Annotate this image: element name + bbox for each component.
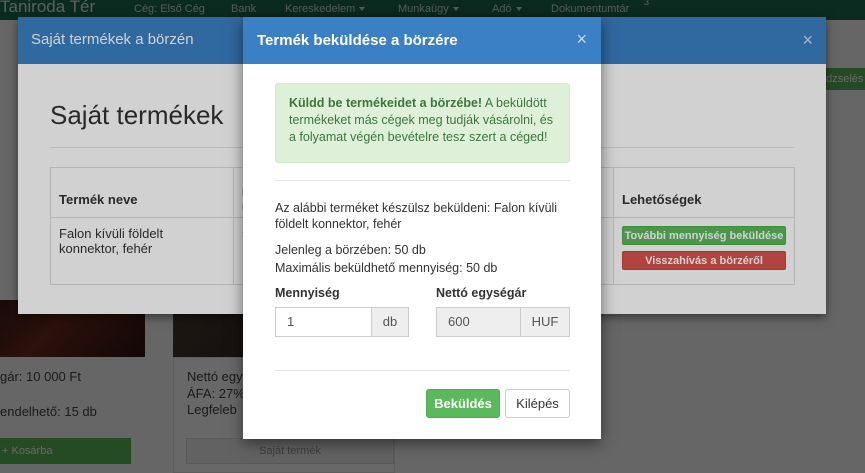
modal-title: Termék beküldése a börzére <box>257 32 458 49</box>
submit-product-modal: Termék beküldése a börzére × Küldd be te… <box>243 17 601 439</box>
max-quantity: Maximális beküldhető mennyiség: 50 db <box>275 261 498 275</box>
price-input: 600 <box>436 307 521 337</box>
submit-button[interactable]: Beküldés <box>426 389 500 418</box>
price-currency: HUF <box>520 307 570 337</box>
alert-heading: Küldd be termékeidet a börzébe! <box>289 96 483 110</box>
current-stock: Jelenleg a börzében: 50 db <box>275 243 426 257</box>
close-icon[interactable]: × <box>576 29 587 50</box>
info-alert: Küldd be termékeidet a börzébe! A beküld… <box>275 83 570 163</box>
quantity-unit: db <box>371 307 409 337</box>
modal-header: Termék beküldése a börzére × <box>243 17 601 64</box>
quantity-label: Mennyiség <box>275 286 340 300</box>
price-label: Nettó egységár <box>436 286 527 300</box>
product-info: Az alábbi terméket készülsz beküldeni: F… <box>275 201 558 231</box>
divider <box>275 180 570 181</box>
divider <box>275 370 570 371</box>
exit-button[interactable]: Kilépés <box>505 389 570 418</box>
quantity-input[interactable]: 1 <box>275 307 372 337</box>
